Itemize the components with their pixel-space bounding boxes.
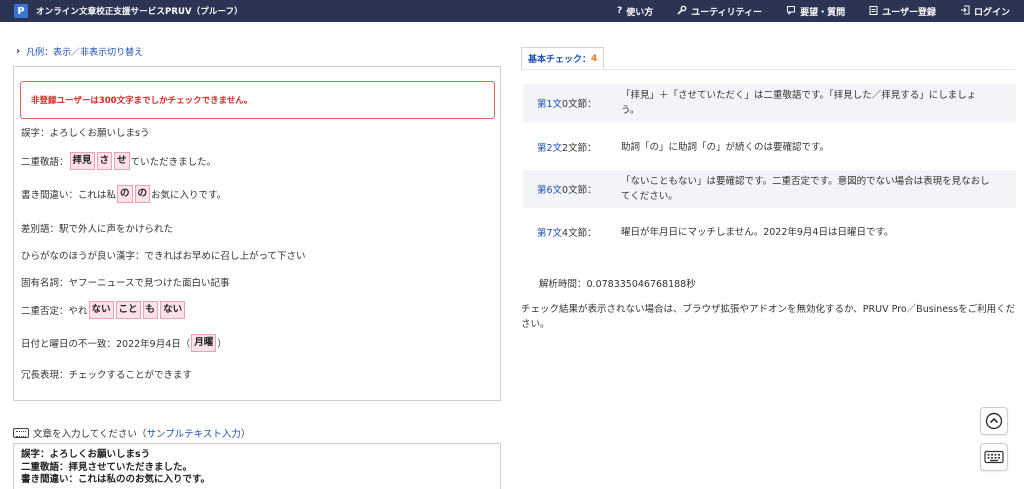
error-highlight[interactable]: 月曜 xyxy=(191,334,217,352)
line-prefix: 書き間違い：これは私 xyxy=(21,190,117,201)
proofread-result-panel: 非登録ユーザーは300文字までしかチェックできません。 誤字：よろしくお願いしま… xyxy=(13,66,501,401)
sentence-link[interactable]: 第6文 xyxy=(537,185,562,196)
tab-basic-check-count: 4 xyxy=(591,53,598,64)
check-result-row: 第7文4文節： 曜日が年月日にマッチしません。2022年9月4日は日曜日です。 xyxy=(523,221,1016,243)
input-label: 文章を入力してください（ サンプルテキスト入力 ） xyxy=(13,426,250,440)
tab-divider xyxy=(521,69,1015,70)
error-highlight[interactable]: ない xyxy=(160,301,186,319)
error-highlight[interactable]: ない xyxy=(88,301,114,319)
brand-title[interactable]: オンライン文章校正支援サービスPRUV（プルーフ） xyxy=(36,5,243,17)
line-double-keigo: 二重敬語： 拝見 さ せ ていただきました。 xyxy=(21,152,216,170)
line-redundant: 冗長表現：チェックすることができます xyxy=(21,370,193,381)
keyboard-toggle-button[interactable] xyxy=(980,443,1008,471)
line-prefix: 二重敬語： xyxy=(21,157,69,168)
line-date-mismatch: 日付と曜日の不一致：2022年9月4日（ 月曜 ） xyxy=(21,334,227,352)
line-suffix: ） xyxy=(217,339,227,350)
error-highlight[interactable]: こと xyxy=(115,301,141,319)
wrench-icon xyxy=(677,5,687,18)
phrase-number: 2文節： xyxy=(562,143,597,154)
check-message: 「拝見」＋「させていただく」は二重敬語です。「拝見した／拝見する」にしましょう。 xyxy=(621,90,977,116)
check-position[interactable]: 第6文0文節： xyxy=(537,182,621,196)
phrase-number: 0文節： xyxy=(562,185,597,196)
scroll-to-top-button[interactable] xyxy=(980,407,1008,435)
tab-basic-check-label: 基本チェック： xyxy=(528,55,592,65)
nav-utility-label: ユーティリティー xyxy=(691,7,763,18)
check-position[interactable]: 第7文4文節： xyxy=(537,225,621,239)
nav-usage[interactable]: ? 使い方 xyxy=(617,5,653,18)
input-text-line: 二重敬語：拝見させていただきました。 xyxy=(21,461,193,473)
phrase-number: 0文節： xyxy=(562,99,597,110)
tab-basic-check[interactable]: 基本チェック： 4 xyxy=(521,47,605,69)
chevron-up-circle-icon xyxy=(985,412,1003,430)
input-label-text: 文章を入力してください（ xyxy=(33,429,147,440)
error-highlight[interactable]: せ xyxy=(114,152,130,170)
troubleshoot-note: チェック結果が表示されない場合は、ブラウザ拡張やアドオンを無効化するか、PRUV… xyxy=(521,304,1016,330)
check-position[interactable]: 第2文2文節： xyxy=(537,140,621,154)
input-text-line: 誤字：よろしくお願いしまsう xyxy=(21,449,151,460)
line-suffix: お気に入りです。 xyxy=(151,190,227,201)
sample-text-link[interactable]: サンプルテキスト入力 xyxy=(146,426,240,440)
character-limit-alert: 非登録ユーザーは300文字までしかチェックできません。 xyxy=(20,81,495,119)
nav-feedback[interactable]: 要望・質問 xyxy=(786,5,845,18)
legend-toggle-label: 凡例：表示／非表示切り替え xyxy=(26,48,144,58)
header-nav: ? 使い方 ユーティリティー 要望・質問 ユーザー登録 ログイン xyxy=(593,0,1010,22)
check-result-row: 第1文0文節： 「拝見」＋「させていただく」は二重敬語です。「拝見した／拝見する… xyxy=(523,84,1016,122)
clipboard-icon xyxy=(869,5,878,18)
nav-feedback-label: 要望・質問 xyxy=(800,7,846,18)
phrase-number: 4文節： xyxy=(562,228,597,239)
feedback-icon xyxy=(786,5,796,18)
top-navigation-bar: P オンライン文章校正支援サービスPRUV（プルーフ） ? 使い方 ユーティリテ… xyxy=(0,0,1024,22)
line-typo: 誤字：よろしくお願いしまsう xyxy=(21,128,150,139)
nav-login[interactable]: ログイン xyxy=(960,5,1010,18)
line-hiragana: ひらがなのほうが良い漢字：できればお早めに召し上がって下さい xyxy=(21,251,306,262)
input-text-line: 書き間違い：これは私ののお気に入りです。 xyxy=(21,474,211,485)
error-highlight[interactable]: さ xyxy=(96,152,113,170)
sentence-link[interactable]: 第1文 xyxy=(537,99,562,110)
keyboard-icon xyxy=(984,450,1004,464)
nav-utility[interactable]: ユーティリティー xyxy=(677,5,762,18)
check-message: 曜日が年月日にマッチしません。2022年9月4日は日曜日です。 xyxy=(621,226,894,238)
nav-register-label: ユーザー登録 xyxy=(882,7,936,18)
line-writing-error: 書き間違い：これは私 の の お気に入りです。 xyxy=(21,185,226,203)
check-message: 「ないこともない」は要確認です。二重否定です。意図的でない場合は表現を見なおして… xyxy=(621,176,990,202)
error-highlight[interactable]: も xyxy=(142,301,159,319)
check-message: 助詞「の」に助詞「の」が続くのは要確認です。 xyxy=(621,141,830,153)
line-discrimination: 差別語：駅で外人に声をかけられた xyxy=(21,224,174,235)
line-prefix: 二重否定：やれ xyxy=(21,306,88,317)
error-highlight[interactable]: の xyxy=(117,185,133,203)
pruv-logo[interactable]: P xyxy=(14,4,28,18)
nav-login-label: ログイン xyxy=(973,7,1010,18)
line-suffix: ていただきました。 xyxy=(130,157,217,168)
chevron-right-icon: › xyxy=(16,46,21,57)
nav-usage-label: 使い方 xyxy=(626,7,654,18)
check-result-row: 第6文0文節： 「ないこともない」は要確認です。二重否定です。意図的でない場合は… xyxy=(523,170,1016,208)
error-highlight[interactable]: 拝見 xyxy=(69,152,95,170)
check-position[interactable]: 第1文0文節： xyxy=(537,96,621,110)
login-icon xyxy=(960,5,970,18)
line-double-negation: 二重否定：やれ ない こと も ない xyxy=(21,301,186,319)
check-result-row: 第2文2文節： 助詞「の」に助詞「の」が続くのは要確認です。 xyxy=(523,136,1016,158)
error-highlight[interactable]: の xyxy=(134,185,151,203)
nav-register[interactable]: ユーザー登録 xyxy=(869,5,936,18)
sentence-link[interactable]: 第7文 xyxy=(537,228,562,239)
legend-toggle[interactable]: › 凡例：表示／非表示切り替え xyxy=(16,45,143,58)
line-prefix: 日付と曜日の不一致：2022年9月4日（ xyxy=(21,339,191,350)
input-label-end: ） xyxy=(240,429,251,440)
sentence-link[interactable]: 第2文 xyxy=(537,143,562,154)
line-proper-noun: 固有名詞：ヤフーニュースで見つけた面白い記事 xyxy=(21,278,230,289)
text-input-area[interactable]: 誤字：よろしくお願いしまsう 二重敬語：拝見させていただきました。 書き間違い：… xyxy=(13,443,501,489)
keyboard-icon xyxy=(13,428,29,438)
question-icon: ? xyxy=(616,6,623,16)
analysis-time: 解析時間：0.078335046768188秒 xyxy=(539,279,696,290)
